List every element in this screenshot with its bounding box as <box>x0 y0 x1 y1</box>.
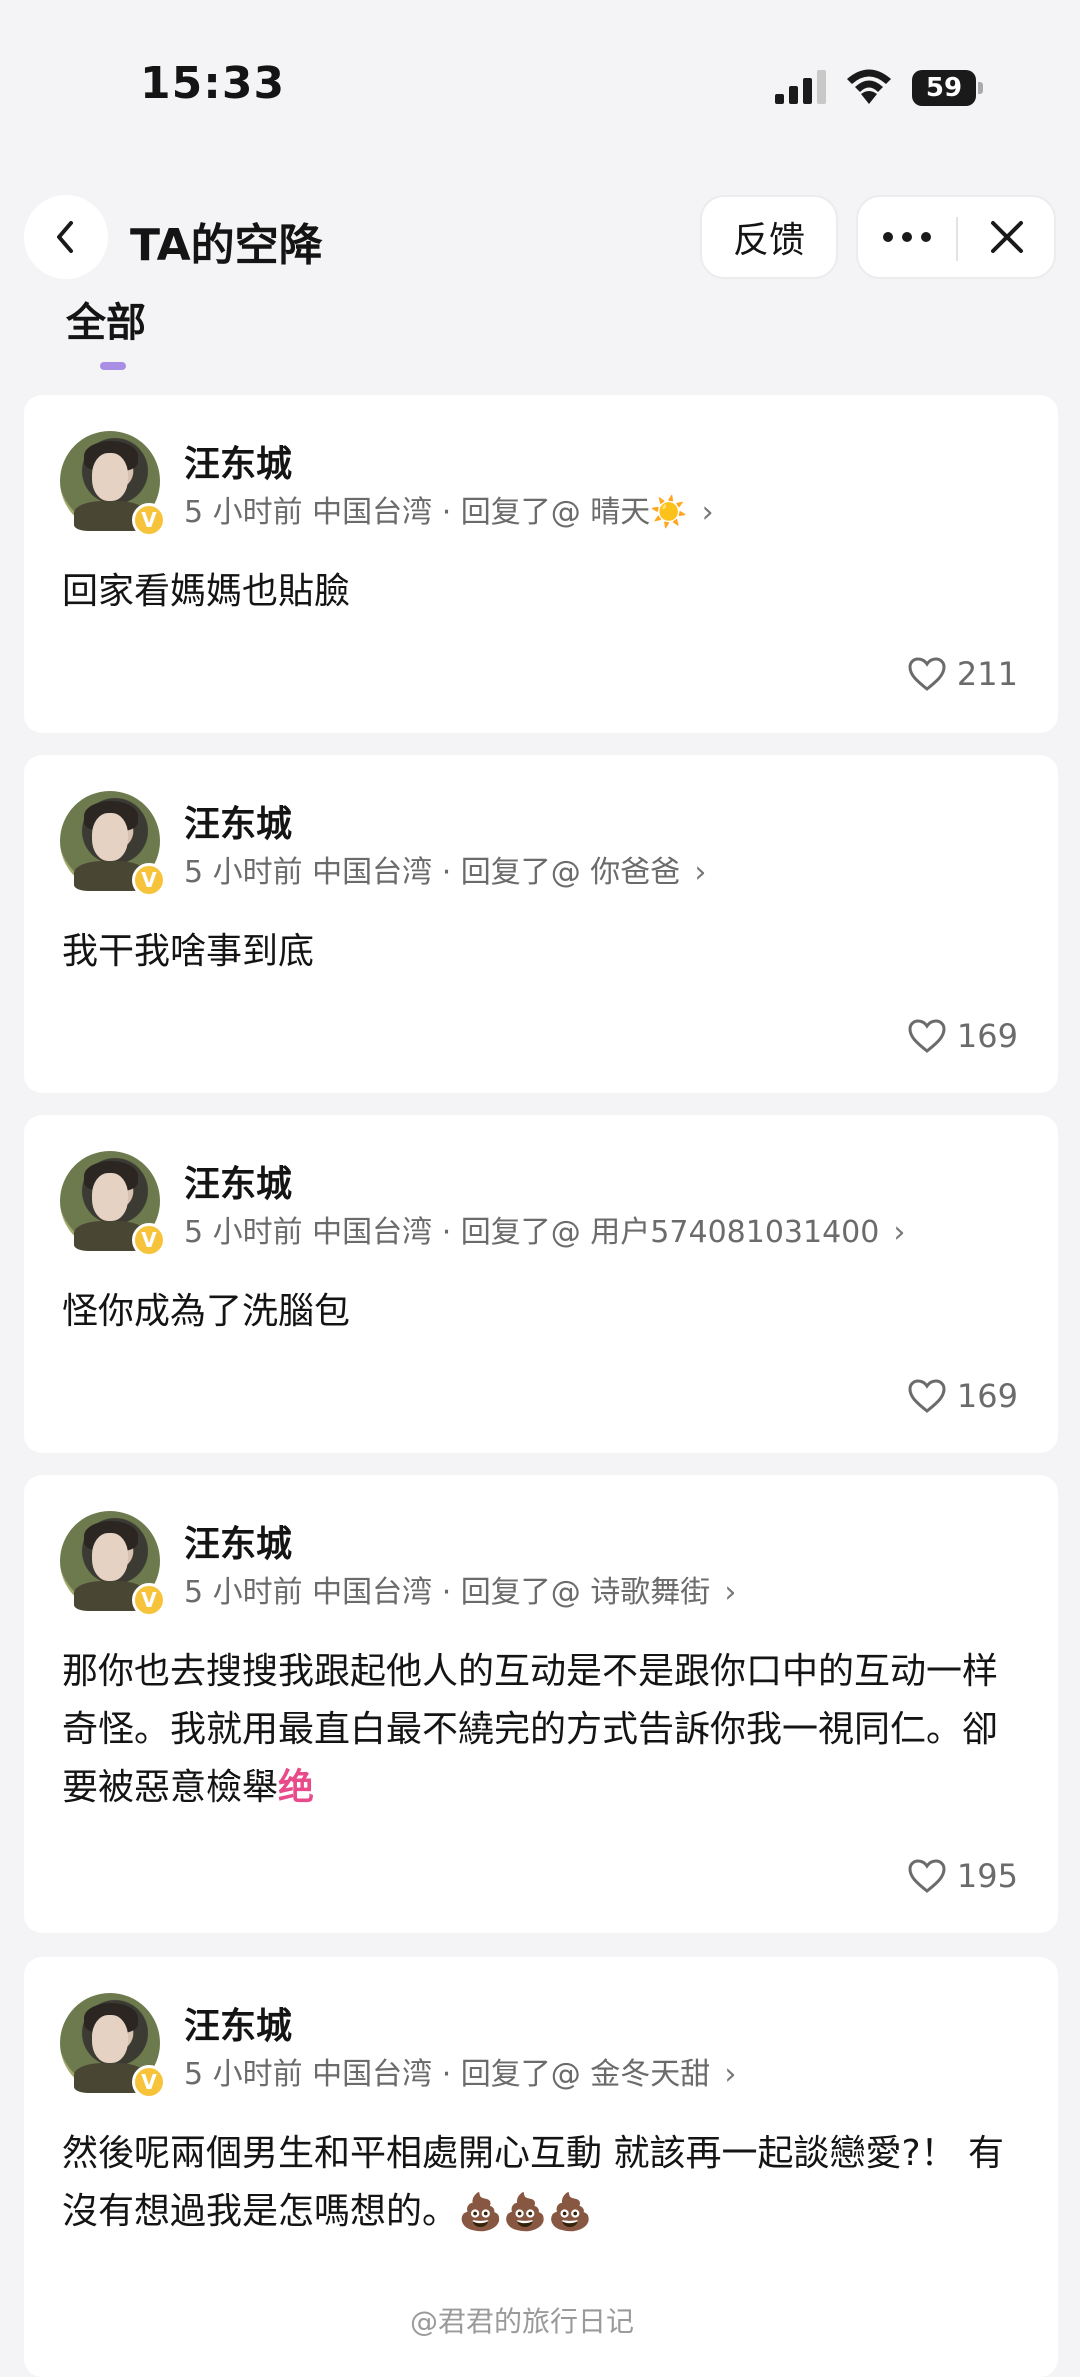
heart-outline-icon <box>908 1379 946 1413</box>
battery-level: 59 <box>912 70 976 106</box>
avatar[interactable]: V <box>60 1993 166 2099</box>
avatar[interactable]: V <box>60 1511 166 1617</box>
user-name[interactable]: 汪东城 <box>184 435 292 487</box>
content-suffix: 绝 <box>278 1767 315 1808</box>
reply-content: 然後呢兩個男生和平相處開心互動 就該再一起談戀愛?！ 有沒有想過我是怎嗎想的。💩… <box>62 2125 1022 2242</box>
reply-card[interactable]: V 汪东城 5 小时前 中国台湾 · 回复了@ 诗歌舞街 › 那你也去搜搜我跟起他… <box>24 1475 1058 1933</box>
chevron-right-icon: › <box>724 2057 737 2092</box>
top-nav: TA的空降 反馈 <box>0 195 1080 285</box>
verified-badge-icon: V <box>132 1223 166 1257</box>
reply-meta[interactable]: 5 小时前 中国台湾 · 回复了@ 诗歌舞街 › <box>184 1567 736 1611</box>
avatar[interactable]: V <box>60 1151 166 1257</box>
like-count: 211 <box>956 655 1018 693</box>
watermark: @君君的旅行日记 <box>410 2305 635 2338</box>
chevron-right-icon: › <box>701 495 714 530</box>
wifi-icon <box>847 69 891 104</box>
like-count: 195 <box>956 1857 1018 1895</box>
avatar[interactable]: V <box>60 431 166 537</box>
reply-content: 我干我啥事到底 <box>62 931 315 972</box>
reply-content: 那你也去搜搜我跟起他人的互动是不是跟你口中的互动一样奇怪。我就用最直白最不繞完的… <box>62 1651 999 1808</box>
heart-outline-icon <box>908 657 946 691</box>
user-name[interactable]: 汪东城 <box>184 1997 292 2049</box>
reply-card[interactable]: V 汪东城 5 小时前 中国台湾 · 回复了@ 你爸爸 › 我干我啥事到底 169 <box>24 755 1058 1093</box>
verified-badge-icon: V <box>132 2065 166 2099</box>
verified-badge-icon: V <box>132 1583 166 1617</box>
tab-bar: 全部 <box>0 290 1080 380</box>
more-button[interactable] <box>858 197 956 277</box>
tab-all[interactable]: 全部 <box>66 290 146 348</box>
poop-emoji-icon: 💩💩💩 <box>458 2192 593 2233</box>
reply-meta[interactable]: 5 小时前 中国台湾 · 回复了@ 晴天☀️ › <box>184 487 714 531</box>
status-bar: 15:33 59 <box>0 0 1080 170</box>
reply-meta[interactable]: 5 小时前 中国台湾 · 回复了@ 你爸爸 › <box>184 847 706 891</box>
page-title: TA的空降 <box>130 220 323 271</box>
battery-icon: 59 <box>912 70 984 106</box>
reply-meta[interactable]: 5 小时前 中国台湾 · 回复了@ 金冬天甜 › <box>184 2049 736 2093</box>
reply-meta[interactable]: 5 小时前 中国台湾 · 回复了@ 用户574081031400 › <box>184 1207 905 1251</box>
more-dots-icon <box>883 232 931 242</box>
chevron-right-icon: › <box>694 855 707 890</box>
status-time: 15:33 <box>140 58 286 109</box>
like-count: 169 <box>956 1017 1018 1055</box>
chevron-right-icon: › <box>724 1575 737 1610</box>
reply-card[interactable]: V 汪东城 5 小时前 中国台湾 · 回复了@ 用户574081031400 › … <box>24 1115 1058 1453</box>
reply-content: 怪你成為了洗腦包 <box>62 1291 351 1332</box>
like-button[interactable]: 195 <box>907 1857 1018 1895</box>
like-count: 169 <box>956 1377 1018 1415</box>
cellular-signal-icon <box>775 70 826 104</box>
reply-card[interactable]: V 汪东城 5 小时前 中国台湾 · 回复了@ 晴天☀️ › 回家看媽媽也貼臉 2… <box>24 395 1058 733</box>
heart-outline-icon <box>908 1019 946 1053</box>
reply-content: 回家看媽媽也貼臉 <box>62 571 351 612</box>
back-button[interactable] <box>24 195 108 279</box>
avatar[interactable]: V <box>60 791 166 897</box>
chevron-right-icon: › <box>893 1215 906 1250</box>
tab-indicator <box>100 362 126 370</box>
like-button[interactable]: 211 <box>907 655 1018 693</box>
close-button[interactable] <box>958 197 1056 277</box>
user-name[interactable]: 汪东城 <box>184 795 292 847</box>
chevron-left-icon <box>57 221 73 253</box>
like-button[interactable]: 169 <box>907 1017 1018 1055</box>
verified-badge-icon: V <box>132 863 166 897</box>
heart-outline-icon <box>908 1859 946 1893</box>
close-icon <box>991 221 1023 253</box>
user-name[interactable]: 汪东城 <box>184 1515 292 1567</box>
feedback-button[interactable]: 反馈 <box>700 195 838 279</box>
user-name[interactable]: 汪东城 <box>184 1155 292 1207</box>
like-button[interactable]: 169 <box>907 1377 1018 1415</box>
verified-badge-icon: V <box>132 503 166 537</box>
mini-program-capsule <box>856 195 1056 279</box>
